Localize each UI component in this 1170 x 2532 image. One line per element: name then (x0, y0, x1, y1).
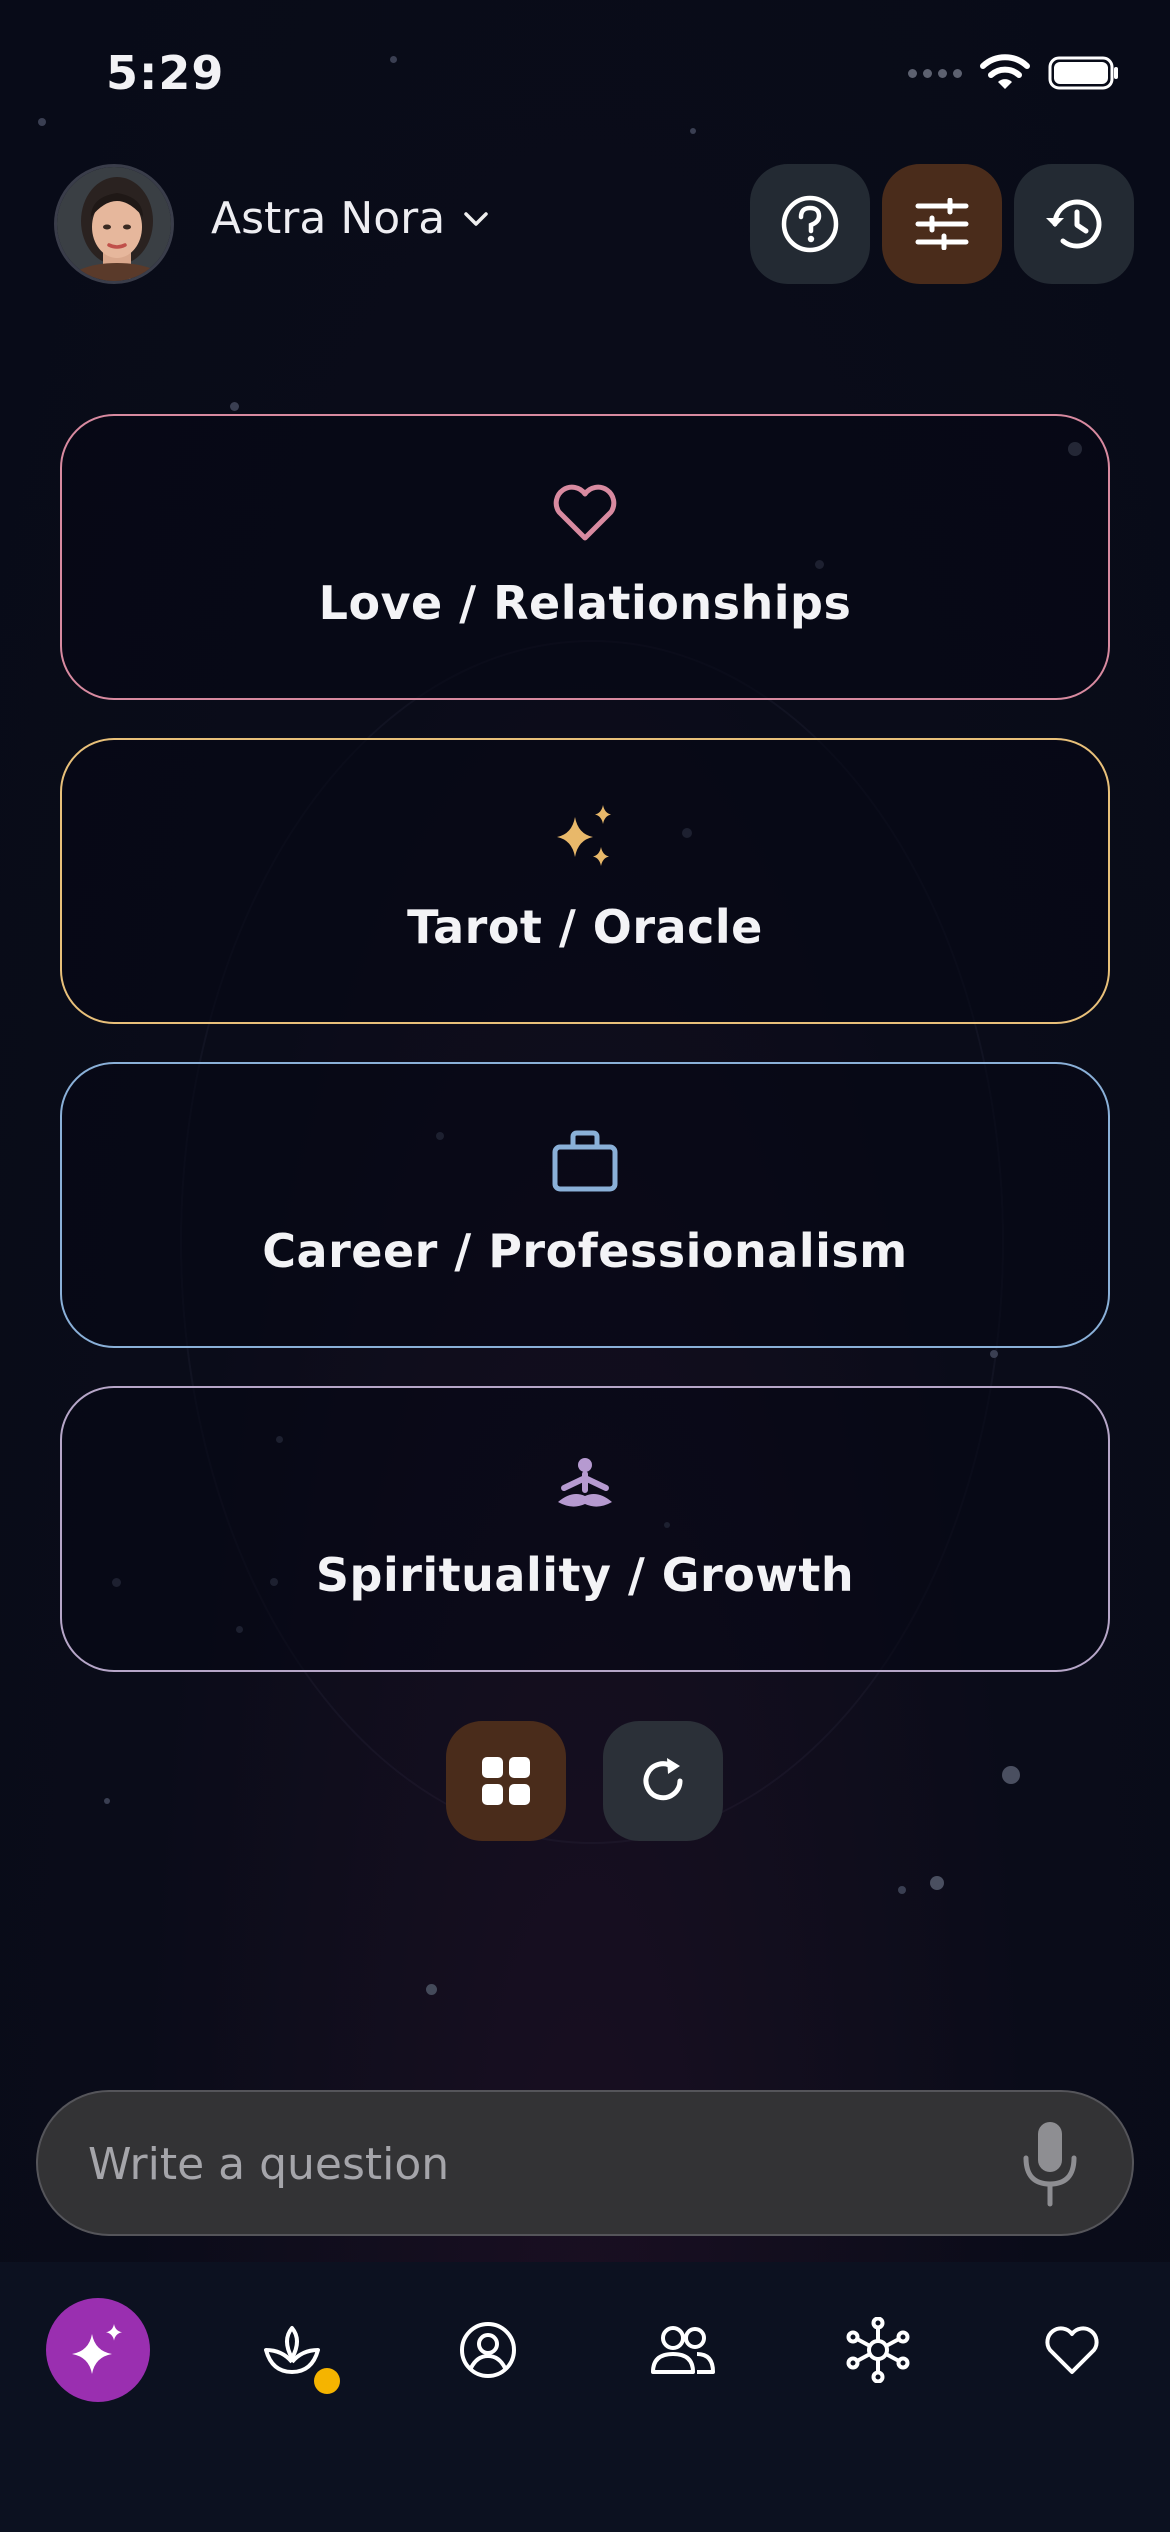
star (990, 1350, 998, 1358)
category-label: Career / Professionalism (262, 1224, 908, 1278)
bottom-nav (0, 2262, 1170, 2532)
battery-icon (1048, 56, 1118, 90)
lotus-icon (264, 2326, 320, 2374)
star (38, 118, 46, 126)
avatar[interactable] (54, 164, 174, 284)
nav-item-growth[interactable] (240, 2298, 344, 2402)
sparkles-icon (557, 805, 611, 866)
profile-switcher[interactable]: Astra Nora (211, 193, 489, 244)
star (230, 402, 239, 411)
nav-item-network[interactable] (826, 2298, 930, 2402)
filter-button[interactable] (882, 164, 1002, 284)
profile-icon (460, 2322, 516, 2378)
nav-item-people[interactable] (630, 2298, 734, 2402)
refresh-icon (643, 1758, 683, 1801)
star (390, 56, 397, 63)
help-button[interactable] (750, 164, 870, 284)
chevron-down-icon (464, 211, 488, 226)
cellular-signal-icon (908, 68, 962, 78)
grid-view-button[interactable] (446, 1721, 566, 1841)
question-input[interactable] (86, 2092, 990, 2236)
grid-icon (482, 1757, 530, 1805)
category-card-tarot[interactable]: Tarot / Oracle (60, 738, 1110, 1024)
wifi-icon (980, 54, 1030, 89)
briefcase-icon (552, 1130, 618, 1192)
sparkles-icon (72, 2324, 122, 2374)
category-label: Spirituality / Growth (315, 1548, 855, 1602)
question-icon (781, 195, 839, 253)
nav-item-ask[interactable] (46, 2298, 150, 2402)
star (104, 1798, 110, 1804)
profile-name: Astra Nora (211, 193, 446, 244)
category-card-love[interactable]: Love / Relationships (60, 414, 1110, 700)
network-icon (846, 2317, 910, 2383)
category-card-career[interactable]: Career / Professionalism (60, 1062, 1110, 1348)
microphone-icon[interactable] (1018, 2118, 1082, 2208)
refresh-button[interactable] (603, 1721, 723, 1841)
status-icons (908, 54, 1120, 92)
heart-icon (553, 484, 617, 541)
sliders-icon (915, 198, 969, 250)
history-button[interactable] (1014, 164, 1134, 284)
category-card-spirituality[interactable]: Spirituality / Growth (60, 1386, 1110, 1672)
people-icon (651, 2326, 715, 2374)
nav-item-profile[interactable] (436, 2298, 540, 2402)
star (1002, 1766, 1020, 1784)
heart-icon (1045, 2326, 1099, 2374)
notification-dot (314, 2368, 340, 2394)
category-label: Love / Relationships (318, 576, 852, 630)
question-bar (36, 2090, 1134, 2236)
star (898, 1886, 906, 1894)
star (690, 128, 696, 134)
history-icon (1046, 199, 1102, 249)
category-label: Tarot / Oracle (407, 900, 763, 954)
nav-item-favorites[interactable] (1020, 2298, 1124, 2402)
star (930, 1876, 944, 1890)
meditation-icon (558, 1458, 612, 1507)
star (426, 1984, 437, 1995)
status-time: 5:29 (106, 46, 225, 100)
